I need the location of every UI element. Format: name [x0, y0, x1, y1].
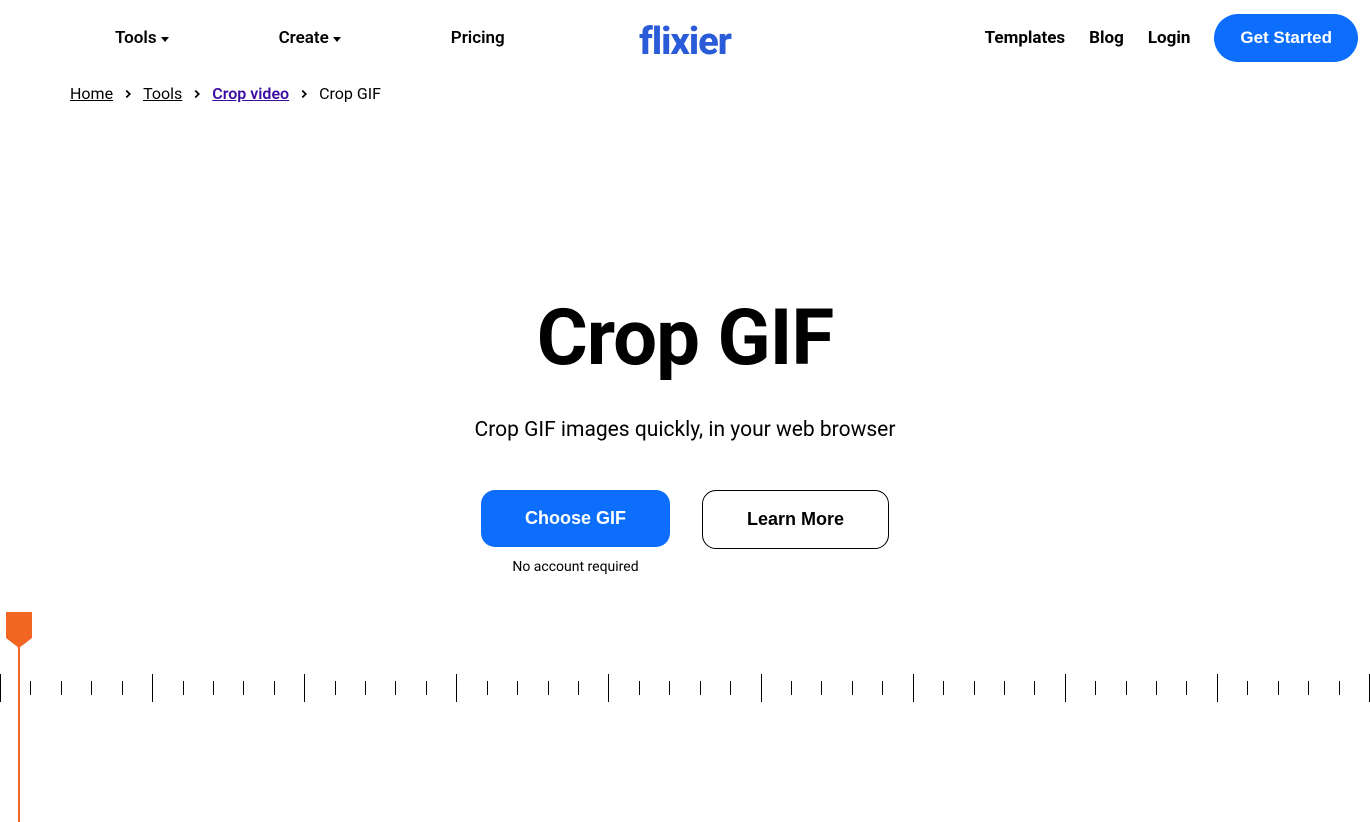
timeline-tick-minor — [1339, 681, 1340, 695]
timeline-tick-minor — [183, 681, 184, 695]
page-subtitle: Crop GIF images quickly, in your web bro… — [0, 418, 1370, 442]
choose-gif-group: Choose GIF No account required — [481, 490, 670, 575]
timeline-tick-minor — [213, 681, 214, 695]
timeline-tick-minor — [122, 681, 123, 695]
timeline-tick-minor — [1156, 681, 1157, 695]
nav-pricing[interactable]: Pricing — [451, 28, 505, 48]
nav-create-label: Create — [279, 28, 329, 48]
no-account-text: No account required — [512, 559, 638, 575]
page-title: Crop GIF — [0, 293, 1370, 384]
logo-text: flixier — [639, 20, 731, 64]
timeline-tick-minor — [335, 681, 336, 695]
get-started-button[interactable]: Get Started — [1214, 14, 1358, 62]
timeline-tick-minor — [395, 681, 396, 695]
learn-more-label: Learn More — [747, 509, 844, 529]
nav-login[interactable]: Login — [1148, 28, 1191, 48]
timeline-tick-minor — [1247, 681, 1248, 695]
timeline-tick-minor — [821, 681, 822, 695]
nav-tools-label: Tools — [115, 28, 157, 48]
breadcrumb-current: Crop GIF — [319, 84, 381, 103]
timeline-tick-minor — [365, 681, 366, 695]
timeline-tick-minor — [700, 681, 701, 695]
timeline-tick-minor — [1186, 681, 1187, 695]
learn-more-button[interactable]: Learn More — [702, 490, 889, 549]
breadcrumb-home[interactable]: Home — [70, 84, 113, 103]
timeline-tick-minor — [943, 681, 944, 695]
timeline-ruler[interactable] — [0, 674, 1370, 704]
nav-blog[interactable]: Blog — [1089, 28, 1124, 48]
chevron-right-icon — [121, 87, 135, 101]
header: Tools Create Pricing flixier Templates B… — [0, 0, 1370, 76]
chevron-right-icon — [190, 87, 204, 101]
choose-gif-label: Choose GIF — [525, 508, 626, 528]
timeline-tick-minor — [1278, 681, 1279, 695]
timeline-tick-minor — [791, 681, 792, 695]
nav-tools[interactable]: Tools — [115, 28, 169, 48]
nav-left: Tools Create Pricing — [115, 28, 505, 48]
timeline-tick-minor — [30, 681, 31, 695]
timeline[interactable] — [0, 612, 1370, 822]
breadcrumb: Home Tools Crop video Crop GIF — [0, 76, 1370, 103]
nav-pricing-label: Pricing — [451, 28, 505, 48]
timeline-tick-minor — [1095, 681, 1096, 695]
chevron-right-icon — [297, 87, 311, 101]
caret-down-icon — [161, 37, 169, 42]
timeline-tick-minor — [1034, 681, 1035, 695]
timeline-tick-minor — [882, 681, 883, 695]
choose-gif-button[interactable]: Choose GIF — [481, 490, 670, 547]
playhead-marker-icon[interactable] — [6, 612, 32, 638]
breadcrumb-crop-video[interactable]: Crop video — [212, 84, 289, 103]
timeline-tick-minor — [61, 681, 62, 695]
nav-right: Templates Blog Login Get Started — [985, 14, 1358, 62]
timeline-tick-minor — [487, 681, 488, 695]
nav-login-label: Login — [1148, 28, 1191, 48]
playhead-line — [18, 638, 20, 822]
timeline-tick-minor — [517, 681, 518, 695]
timeline-tick-minor — [1126, 681, 1127, 695]
timeline-tick-minor — [639, 681, 640, 695]
nav-templates[interactable]: Templates — [985, 28, 1066, 48]
timeline-tick-minor — [852, 681, 853, 695]
timeline-tick-minor — [1004, 681, 1005, 695]
timeline-tick-minor — [548, 681, 549, 695]
timeline-tick-minor — [578, 681, 579, 695]
timeline-tick-minor — [669, 681, 670, 695]
caret-down-icon — [333, 37, 341, 42]
nav-templates-label: Templates — [985, 28, 1066, 48]
logo[interactable]: flixier — [639, 20, 731, 64]
hero: Crop GIF Crop GIF images quickly, in you… — [0, 293, 1370, 575]
timeline-tick-minor — [1308, 681, 1309, 695]
timeline-tick-minor — [274, 681, 275, 695]
timeline-tick-minor — [426, 681, 427, 695]
timeline-tick-minor — [974, 681, 975, 695]
breadcrumb-tools[interactable]: Tools — [143, 84, 182, 103]
get-started-label: Get Started — [1240, 28, 1332, 47]
timeline-tick-minor — [730, 681, 731, 695]
timeline-tick-minor — [243, 681, 244, 695]
hero-buttons: Choose GIF No account required Learn Mor… — [0, 490, 1370, 575]
timeline-tick-minor — [91, 681, 92, 695]
nav-create[interactable]: Create — [279, 28, 341, 48]
nav-blog-label: Blog — [1089, 28, 1124, 48]
